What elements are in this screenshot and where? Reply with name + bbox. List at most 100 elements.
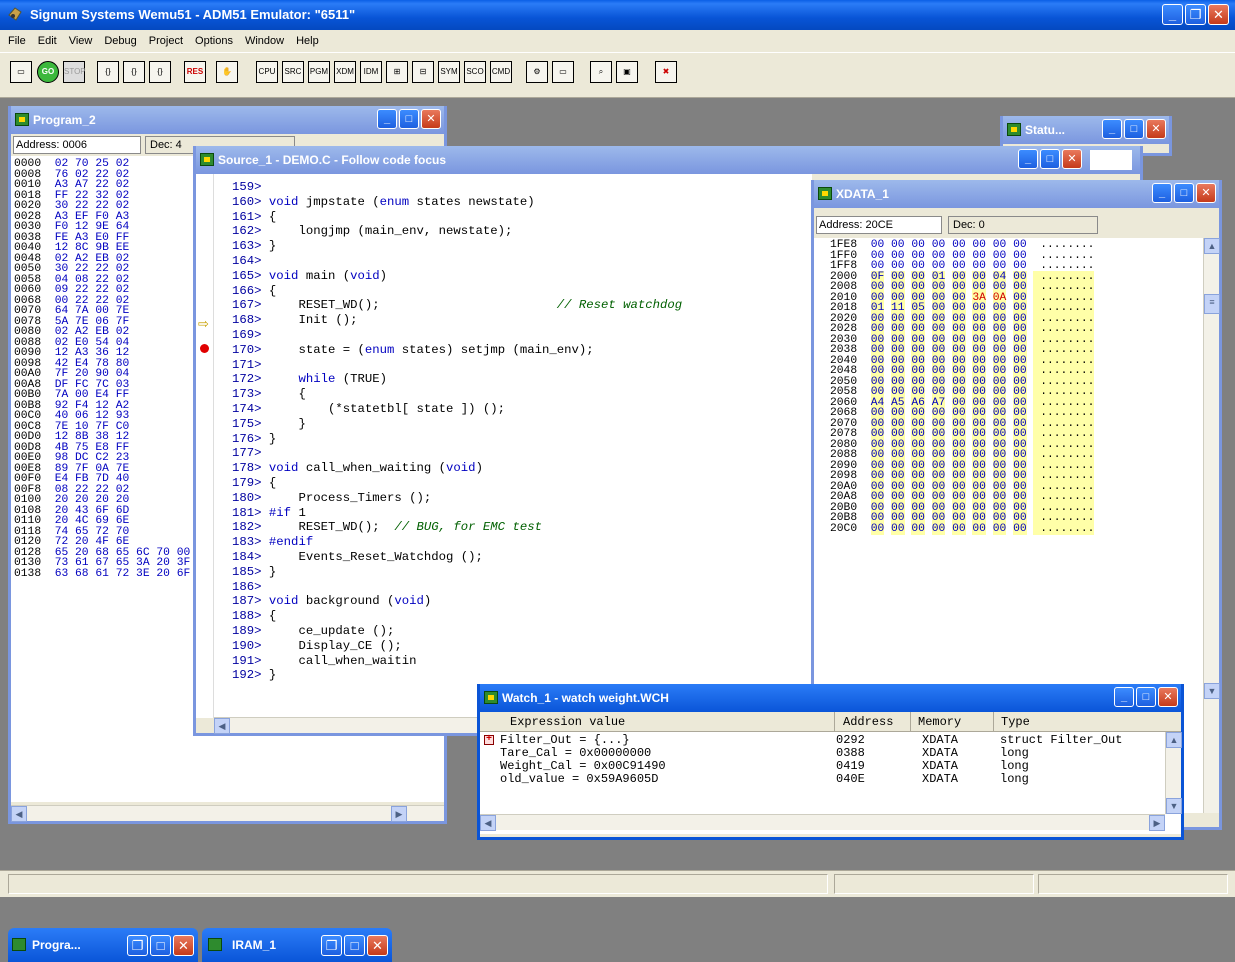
source-line[interactable]: 182> RESET_WD(); // BUG, for EMC test (232, 520, 812, 535)
step-over-icon[interactable]: {} (123, 61, 145, 83)
watch-title-bar[interactable]: Watch_1 - watch weight.WCH _ □ ✕ (480, 684, 1181, 712)
xdata-vertical-scrollbar[interactable]: ▲ ≡ ▼ (1203, 238, 1220, 813)
source-line[interactable]: 165> void main (void) (232, 269, 812, 284)
source-line[interactable]: 161> { (232, 210, 812, 225)
scroll-left-icon[interactable]: ◀ (11, 806, 27, 822)
xdata-title-bar[interactable]: XDATA_1 _ □ ✕ (814, 180, 1219, 208)
minimize-icon[interactable]: _ (1152, 183, 1172, 203)
close-icon[interactable]: ✕ (1146, 119, 1166, 139)
source-code-view[interactable]: 159> 160> void jmpstate (enum states new… (214, 174, 812, 718)
maximize-icon[interactable]: □ (1040, 149, 1060, 169)
menu-debug[interactable]: Debug (98, 35, 142, 47)
header-memory[interactable]: Memory (910, 712, 961, 732)
source-line[interactable]: 175> } (232, 417, 812, 432)
scroll-down-icon[interactable]: ▼ (1204, 683, 1220, 699)
restore-icon[interactable]: ❐ (1185, 4, 1206, 25)
cmd-window-button[interactable]: CMD (490, 61, 512, 83)
menu-window[interactable]: Window (239, 35, 290, 47)
close-icon[interactable]: ✕ (1062, 149, 1082, 169)
maximize-icon[interactable]: □ (1174, 183, 1194, 203)
watch-rows[interactable]: + Filter_Out = {...} 0292 XDATA struct Filte… (480, 734, 1165, 814)
source-line[interactable]: 173> { (232, 387, 812, 402)
src-window-button[interactable]: SRC (282, 61, 304, 83)
close-icon[interactable]: ✕ (173, 935, 194, 956)
header-type[interactable]: Type (993, 712, 1030, 732)
stop-button[interactable]: STOP (63, 61, 86, 83)
source-line[interactable]: 160> void jmpstate (enum states newstate… (232, 195, 812, 210)
source-line[interactable]: 166> { (232, 284, 812, 299)
source-line[interactable]: 183> #endif (232, 535, 812, 550)
source-line[interactable]: 184> Events_Reset_Watchdog (); (232, 550, 812, 565)
source-line[interactable]: 159> (232, 180, 812, 195)
close-icon[interactable]: ✕ (1158, 687, 1178, 707)
program-title-bar[interactable]: Program_2 _ □ ✕ (11, 106, 444, 134)
source-line[interactable]: 186> (232, 580, 812, 595)
sco-window-button[interactable]: SCO (464, 61, 486, 83)
restore-icon[interactable]: ❐ (321, 935, 342, 956)
minimize-icon[interactable]: _ (1102, 119, 1122, 139)
watch-horizontal-scrollbar[interactable]: ◀ ▶ (480, 814, 1165, 831)
source-line[interactable]: 170> state = (enum states) setjmp (main_… (232, 343, 812, 358)
load-icon[interactable]: ▭ (552, 61, 574, 83)
close-icon[interactable]: ✕ (367, 935, 388, 956)
scroll-left-icon[interactable]: ◀ (480, 815, 496, 831)
step-out-icon[interactable]: {} (149, 61, 171, 83)
source-gutter[interactable]: ⇨ (196, 174, 214, 718)
memory-window-button[interactable]: ⊟ (412, 61, 434, 83)
restore-icon[interactable]: ❐ (127, 935, 148, 956)
reset-button[interactable]: RES (184, 61, 206, 83)
menu-edit[interactable]: Edit (32, 35, 63, 47)
exit-icon[interactable]: ✖ (655, 61, 677, 83)
maximize-icon[interactable]: □ (150, 935, 171, 956)
menu-file[interactable]: File (2, 35, 32, 47)
go-button[interactable]: GO (37, 61, 59, 83)
source-line[interactable]: 185> } (232, 565, 812, 580)
open-folder-icon[interactable]: ▭ (10, 61, 32, 83)
watch-row[interactable]: old_value = 0x59A9605D 040E XDATA long (480, 773, 1165, 786)
maximize-icon[interactable]: □ (344, 935, 365, 956)
program-horizontal-scrollbar[interactable]: ◀ ▶ (11, 805, 444, 822)
scroll-up-icon[interactable]: ▲ (1166, 732, 1182, 748)
config-icon[interactable]: ⚙ (526, 61, 548, 83)
source-line[interactable]: 188> { (232, 609, 812, 624)
menu-options[interactable]: Options (189, 35, 239, 47)
source-line[interactable]: 178> void call_when_waiting (void) (232, 461, 812, 476)
breakpoint-icon[interactable]: ▣ (616, 61, 638, 83)
scroll-up-icon[interactable]: ▲ (1204, 238, 1220, 254)
minimized-iram-window[interactable]: IRAM_1 ❐ □ ✕ (202, 928, 392, 962)
close-icon[interactable]: ✕ (1196, 183, 1216, 203)
close-icon[interactable]: ✕ (421, 109, 441, 129)
source-line[interactable]: 168> Init (); (232, 313, 812, 328)
close-icon[interactable]: ✕ (1208, 4, 1229, 25)
hand-icon[interactable]: ✋ (216, 61, 238, 83)
source-line[interactable]: 162> longjmp (main_env, newstate); (232, 224, 812, 239)
source-line[interactable]: 190> Display_CE (); (232, 639, 812, 654)
minimize-icon[interactable]: _ (377, 109, 397, 129)
source-line[interactable]: 174> (*statetbl[ state ]) (); (232, 402, 812, 417)
header-address[interactable]: Address (834, 712, 893, 732)
program-address-field[interactable]: Address: 0006 (13, 136, 141, 154)
maximize-icon[interactable]: □ (1124, 119, 1144, 139)
source-line[interactable]: 163> } (232, 239, 812, 254)
scroll-left-icon[interactable]: ◀ (214, 718, 230, 734)
watch-list[interactable]: Expression value Address Memory Type + Fi… (480, 712, 1182, 834)
xdata-address-field[interactable]: Address: 20CE (816, 216, 942, 234)
sym-window-button[interactable]: SYM (438, 61, 460, 83)
menu-help[interactable]: Help (290, 35, 325, 47)
source-line[interactable]: 192> } (232, 668, 812, 683)
watch-vertical-scrollbar[interactable]: ▲ ▼ (1165, 732, 1182, 814)
minimize-icon[interactable]: _ (1114, 687, 1134, 707)
maximize-icon[interactable]: □ (1136, 687, 1156, 707)
source-title-bar[interactable]: Source_1 - DEMO.C - Follow code focus _ … (196, 146, 1140, 174)
scroll-down-icon[interactable]: ▼ (1166, 798, 1182, 814)
cpu-window-button[interactable]: CPU (256, 61, 278, 83)
source-line[interactable]: 191> call_when_waitin (232, 654, 812, 669)
scroll-right-icon[interactable]: ▶ (1149, 815, 1165, 831)
find-icon[interactable]: ⌕ (590, 61, 612, 83)
breakpoint-dot-icon[interactable] (200, 344, 209, 353)
source-line[interactable]: 181> #if 1 (232, 506, 812, 521)
source-line[interactable]: 176> } (232, 432, 812, 447)
scroll-thumb[interactable]: ≡ (1204, 294, 1220, 314)
status-title-bar[interactable]: Statu... _ □ ✕ (1003, 116, 1169, 144)
source-line[interactable]: 189> ce_update (); (232, 624, 812, 639)
